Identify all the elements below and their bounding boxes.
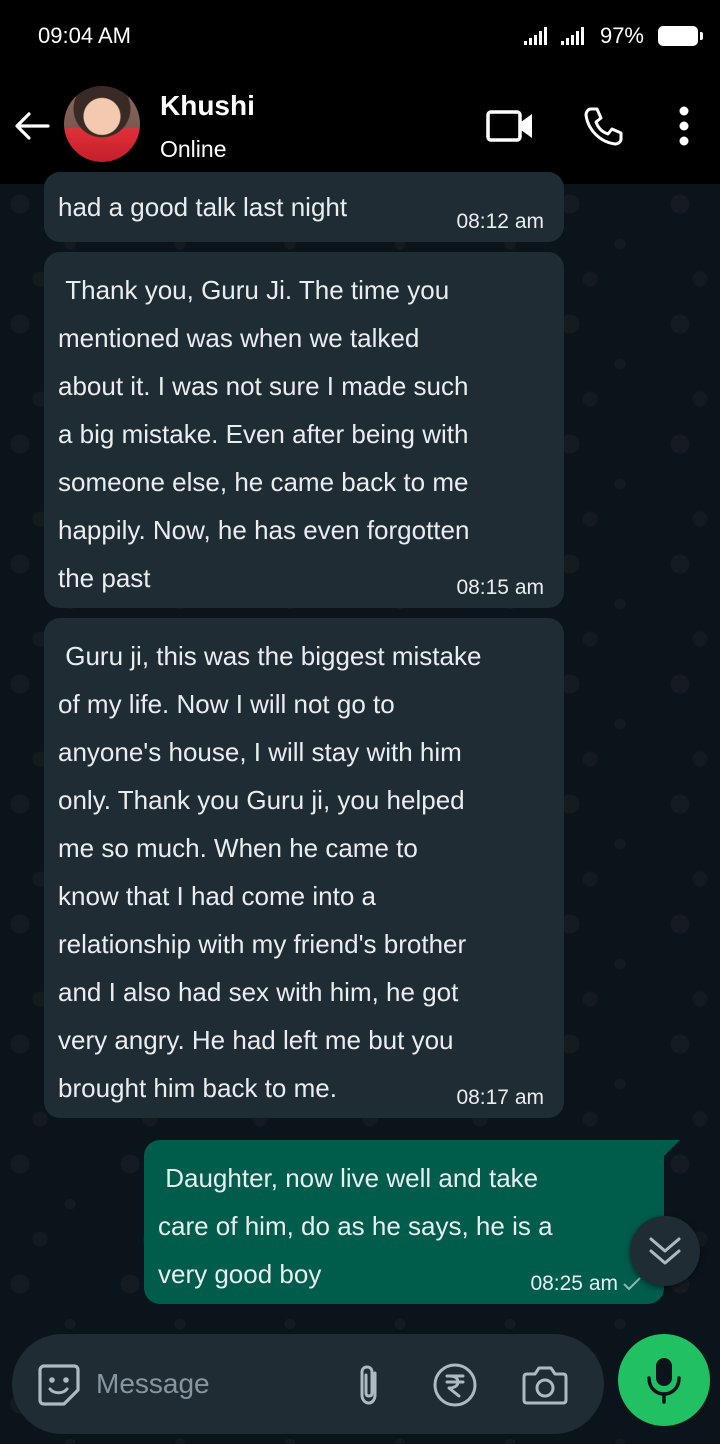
message-time: 08:25 am [530, 1272, 642, 1296]
chat-screen: 09:04 AM 97% Khushi Online had a good ta… [0, 0, 720, 1444]
bubble-tail [662, 1140, 680, 1158]
message-incoming[interactable]: Guru ji, this was the biggest mistake of… [44, 618, 564, 1118]
message-time-label: 08:25 am [530, 1272, 618, 1295]
contact-status: Online [160, 136, 227, 162]
paperclip-icon [360, 1365, 377, 1405]
message-outgoing[interactable]: Daughter, now live well and take care of… [144, 1140, 680, 1304]
camera-button[interactable] [520, 1360, 570, 1410]
status-time: 09:04 AM [38, 23, 131, 48]
message-incoming[interactable]: had a good talk last night 08:12 am [44, 172, 564, 242]
message-time: 08:12 am [456, 210, 544, 234]
battery-icon [658, 26, 703, 46]
message-time-label: 08:12 am [456, 210, 544, 233]
double-chevron-down-icon [649, 1237, 681, 1265]
sticker-button[interactable] [34, 1360, 84, 1410]
rupee-icon [433, 1363, 477, 1407]
camera-icon [522, 1366, 568, 1405]
signal-icon [560, 27, 584, 45]
back-button[interactable] [12, 106, 52, 146]
scroll-to-bottom-button[interactable] [630, 1216, 700, 1286]
arrow-left-icon [15, 112, 50, 140]
contact-name[interactable]: Khushi [160, 90, 255, 122]
mic-button[interactable] [618, 1334, 710, 1426]
battery-percent: 97% [599, 23, 644, 48]
status-indicators: 97% [523, 23, 703, 49]
video-call-button[interactable] [484, 102, 536, 150]
more-vert-icon [679, 106, 689, 146]
signal-icon [523, 27, 547, 45]
message-input[interactable] [96, 1362, 336, 1406]
payment-button[interactable] [430, 1360, 480, 1410]
chat-header: Khushi Online [0, 72, 720, 184]
message-time-label: 08:15 am [456, 576, 544, 599]
message-text: Guru ji, this was the biggest mistake of… [58, 641, 482, 1103]
message-time: 08:17 am [456, 1086, 544, 1110]
message-text: Thank you, Guru Ji. The time you mention… [58, 275, 470, 593]
menu-button[interactable] [660, 102, 708, 150]
message-time-label: 08:17 am [456, 1086, 544, 1109]
phone-icon [584, 107, 623, 146]
voice-call-button[interactable] [578, 102, 630, 150]
sticker-icon [38, 1364, 80, 1406]
video-call-icon [486, 110, 532, 142]
check-icon [623, 1277, 641, 1291]
message-composer: input::placeholder{color:#8696a0;} [12, 1334, 604, 1434]
message-time: 08:15 am [456, 576, 544, 600]
message-incoming[interactable]: Thank you, Guru Ji. The time you mention… [44, 252, 564, 608]
mic-icon [647, 1358, 681, 1404]
avatar[interactable] [64, 86, 140, 162]
status-bar: 09:04 AM 97% [0, 0, 720, 72]
attach-button[interactable] [344, 1360, 394, 1410]
